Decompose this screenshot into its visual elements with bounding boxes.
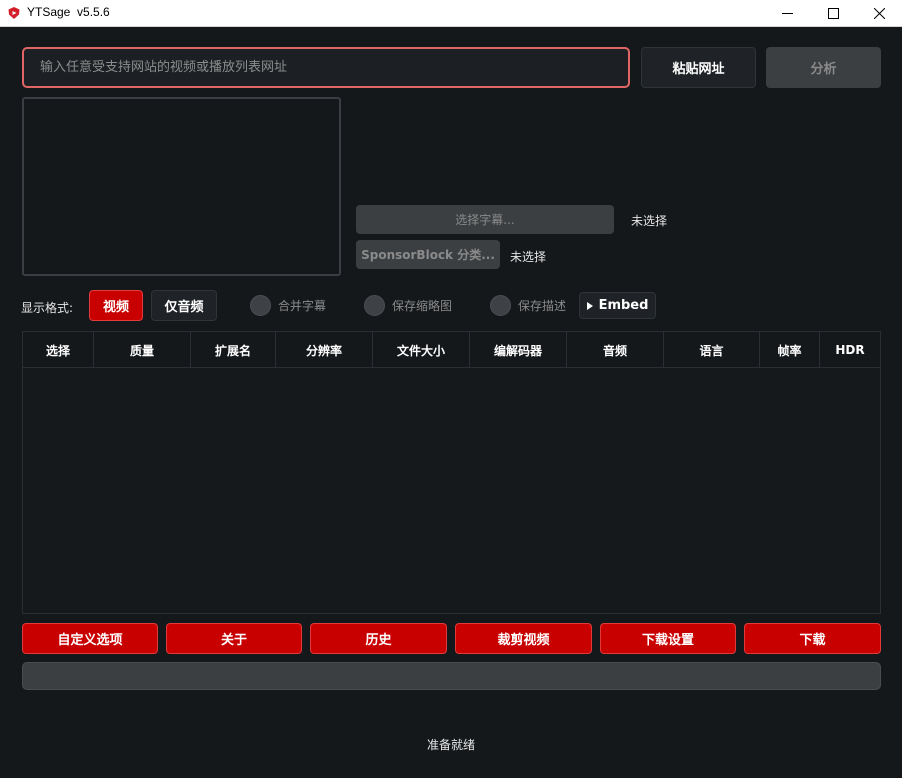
column-codec[interactable]: 编解码器 [470,332,567,368]
save-thumbnail-label: 保存缩略图 [392,299,453,313]
analyze-button[interactable]: 分析 [766,47,881,88]
column-select[interactable]: 选择 [23,332,94,368]
minimize-icon [781,13,793,14]
table-header: 选择 质量 扩展名 分辨率 文件大小 编解码器 音频 语言 帧率 HDR [23,332,880,368]
column-hdr[interactable]: HDR [820,332,880,368]
save-description-toggle[interactable] [490,295,511,316]
format-video-button[interactable]: 视频 [89,290,143,321]
download-button[interactable]: 下载 [744,623,881,654]
column-audio[interactable]: 音频 [567,332,664,368]
custom-options-button[interactable]: 自定义选项 [22,623,158,654]
merge-subtitles-toggle[interactable] [250,295,271,316]
window-title: YTSage v5.5.6 [27,5,110,19]
merge-subtitles-checkbox[interactable]: 合并字幕 [250,295,326,316]
video-thumbnail [22,97,341,276]
title-bar: YTSage v5.5.6 [0,0,902,27]
save-description-checkbox[interactable]: 保存描述 [490,295,566,316]
download-settings-button[interactable]: 下载设置 [600,623,736,654]
sponsorblock-status: 未选择 [510,250,547,264]
status-text: 准备就绪 [426,738,475,752]
column-quality[interactable]: 质量 [94,332,191,368]
column-fps[interactable]: 帧率 [760,332,820,368]
column-language[interactable]: 语言 [664,332,760,368]
save-thumbnail-checkbox[interactable]: 保存缩略图 [364,295,452,316]
embed-label: Embed [598,298,649,313]
column-extension[interactable]: 扩展名 [191,332,276,368]
subtitles-status: 未选择 [631,214,668,228]
column-resolution[interactable]: 分辨率 [276,332,373,368]
formats-table[interactable]: 选择 质量 扩展名 分辨率 文件大小 编解码器 音频 语言 帧率 HDR [22,331,881,614]
merge-subtitles-label: 合并字幕 [278,299,327,313]
trim-video-button[interactable]: 裁剪视频 [455,623,592,654]
select-subtitles-button[interactable]: 选择字幕... [356,205,614,234]
maximize-icon [827,8,839,19]
paste-url-button[interactable]: 粘贴网址 [641,47,756,88]
column-file-size[interactable]: 文件大小 [373,332,470,368]
download-progress-bar [22,662,881,690]
minimize-button[interactable] [764,0,810,27]
url-input[interactable] [22,47,630,88]
app-logo-icon [8,7,20,19]
close-button[interactable] [856,0,902,27]
format-label: 显示格式: [21,301,74,315]
save-description-label: 保存描述 [518,299,567,313]
save-thumbnail-toggle[interactable] [364,295,385,316]
about-button[interactable]: 关于 [166,623,302,654]
triangle-right-icon [586,301,593,310]
sponsorblock-button[interactable]: SponsorBlock 分类... [356,240,500,269]
close-icon [873,8,885,19]
embed-menu-button[interactable]: Embed [579,292,656,319]
maximize-button[interactable] [810,0,856,27]
history-button[interactable]: 历史 [310,623,447,654]
format-audio-only-button[interactable]: 仅音频 [151,290,217,321]
